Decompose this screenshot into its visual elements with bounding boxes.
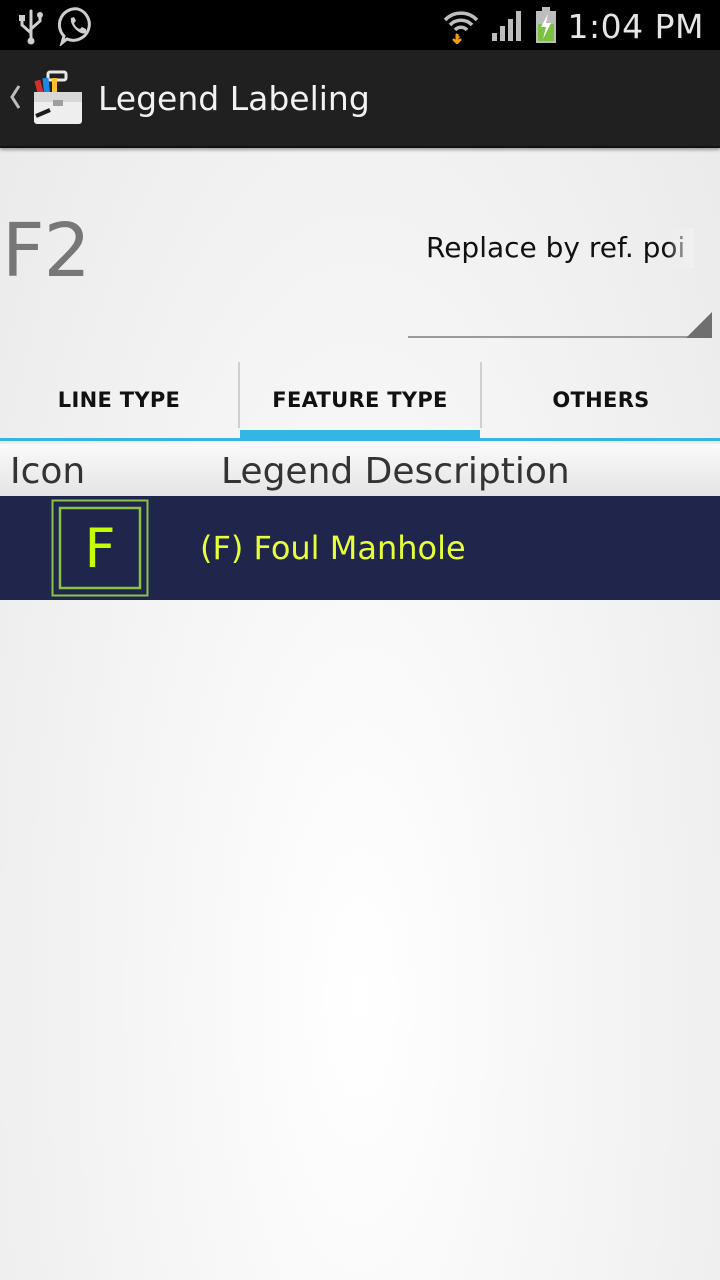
tab-bar: LINE TYPE FEATURE TYPE OTHERS — [0, 360, 720, 442]
dropdown-corner-icon — [686, 312, 712, 338]
whatsapp-icon — [57, 6, 98, 50]
status-time: 1:04 PM — [567, 7, 704, 46]
list-item[interactable]: F (F) Foul Manhole — [0, 496, 720, 600]
chevron-left-icon[interactable] — [6, 82, 24, 112]
legend-icon-letter: F — [84, 517, 115, 580]
legend-list-header: Icon Legend Description — [0, 444, 720, 496]
signal-icon — [490, 7, 524, 47]
legend-code: F2 — [2, 208, 91, 294]
wifi-icon — [442, 6, 480, 48]
column-header-icon: Icon — [10, 451, 86, 492]
tab-selected-indicator — [240, 430, 480, 441]
status-bar: 1:04 PM — [0, 0, 720, 50]
status-right-icons: 1:04 PM — [442, 6, 704, 48]
action-bar: Legend Labeling — [0, 50, 720, 148]
spinner-underline — [408, 336, 712, 338]
action-bar-title: Legend Labeling — [98, 79, 370, 118]
toolbox-icon[interactable] — [30, 70, 86, 126]
foul-manhole-icon: F — [51, 499, 149, 597]
replace-spinner[interactable]: Replace by ref. poi — [408, 222, 712, 340]
tab-line-type[interactable]: LINE TYPE — [0, 360, 238, 440]
spinner-selected-value: Replace by ref. poi — [426, 231, 686, 264]
column-header-description: Legend Description — [221, 451, 570, 492]
status-left-icons — [16, 6, 98, 50]
legend-description: (F) Foul Manhole — [200, 529, 466, 567]
battery-charging-icon — [534, 6, 558, 48]
tab-others[interactable]: OTHERS — [482, 360, 720, 440]
spinner-fade — [668, 228, 694, 268]
usb-icon — [16, 7, 46, 49]
tab-feature-type[interactable]: FEATURE TYPE — [240, 360, 480, 440]
